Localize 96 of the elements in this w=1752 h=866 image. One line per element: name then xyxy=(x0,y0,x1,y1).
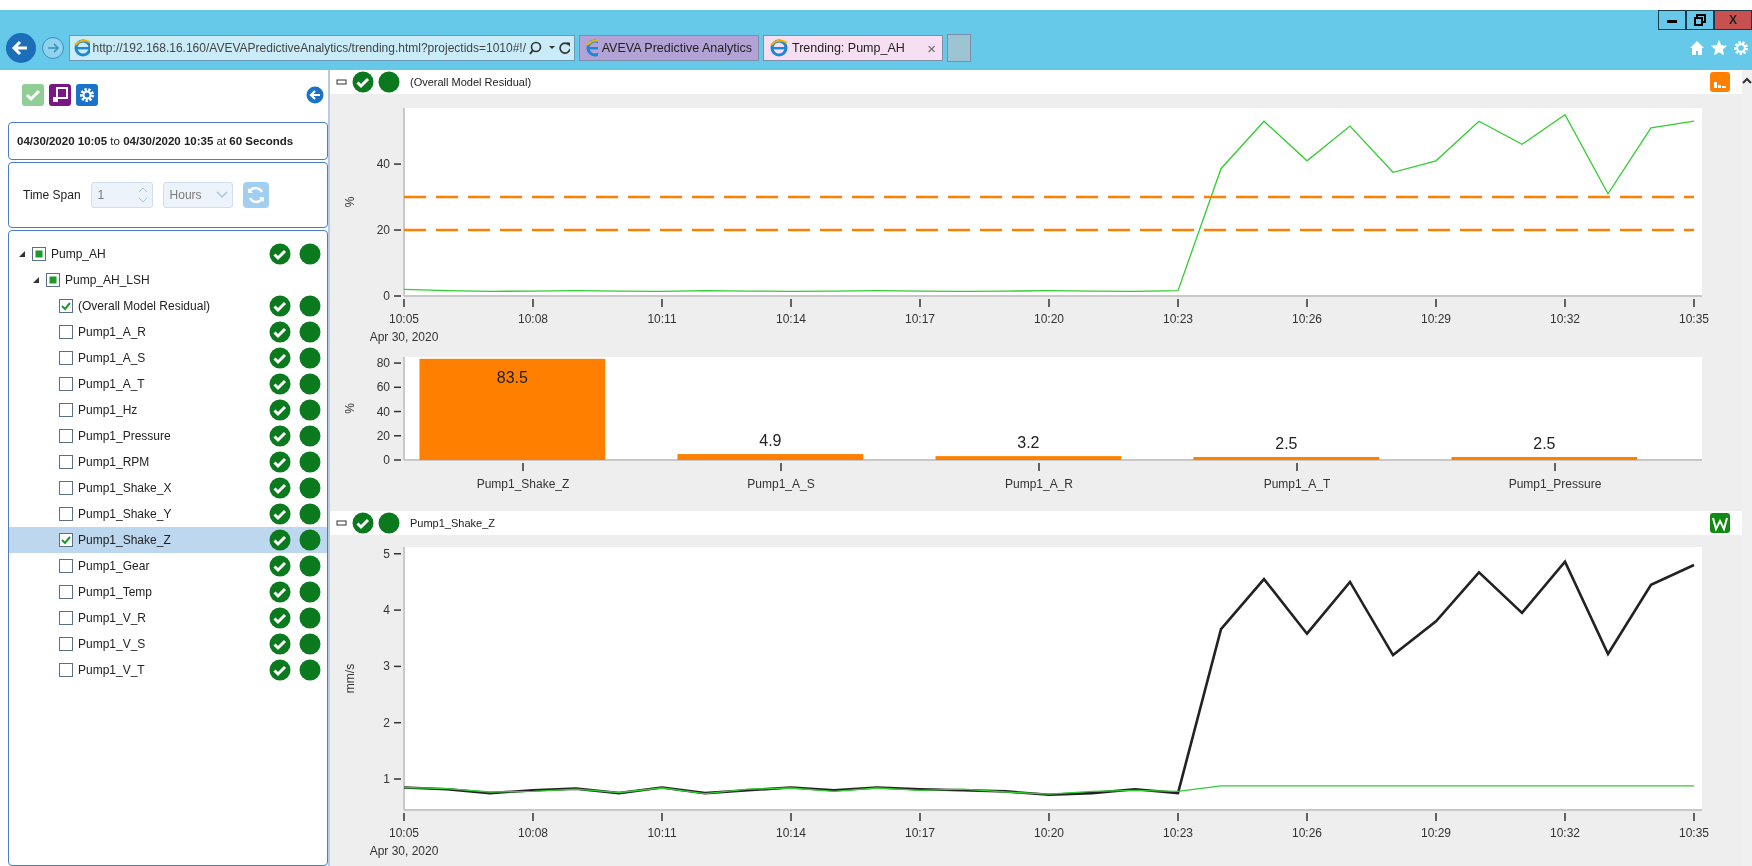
tree-item[interactable]: Pump1_A_S xyxy=(9,345,327,371)
y-axis-label: % xyxy=(343,196,357,208)
x-tick-label: Pump1_A_R xyxy=(1005,477,1073,491)
tree-label: Pump1_Shake_X xyxy=(78,481,172,495)
y-tick-label: 20 xyxy=(376,428,390,443)
tree-label: Pump1_Temp xyxy=(78,585,153,599)
x-tick-label: 10:26 xyxy=(1292,312,1322,326)
y-axis-label: mm/s xyxy=(343,663,357,694)
x-tick-label: 10:11 xyxy=(647,312,677,326)
tree-item[interactable]: Pump_AH xyxy=(9,241,327,267)
x-tick-label: Pump1_Shake_Z xyxy=(476,477,570,491)
x-tick-label: 10:08 xyxy=(518,826,548,840)
tree-item[interactable]: Pump1_V_T xyxy=(9,657,327,683)
x-tick-label: 10:05 xyxy=(389,826,419,840)
tree-label: Pump1_RPM xyxy=(78,455,150,469)
tree-label: Pump1_Hz xyxy=(78,403,138,417)
value-label: 2.5 xyxy=(1275,434,1298,452)
x-tick-label: 10:23 xyxy=(1163,312,1193,326)
y-axis-label: % xyxy=(343,403,357,414)
x-tick-label: 10:17 xyxy=(905,312,935,326)
tree-label: Pump1_Shake_Y xyxy=(78,507,172,521)
y-tick-label: 60 xyxy=(376,380,390,395)
x-tick-label: 10:32 xyxy=(1550,826,1580,840)
panel-title: Pump1_Shake_Z xyxy=(410,517,495,529)
x-tick-label: 10:23 xyxy=(1163,826,1193,840)
address-bar[interactable]: http://192.168.16.160/AVEVAPredictiveAnalytics/trending.html?projectids=1010#!/ xyxy=(69,35,575,61)
x-tick-label: 10:35 xyxy=(1679,312,1709,326)
tree-item[interactable]: (Overall Model Residual) xyxy=(9,293,327,319)
tree-item[interactable]: Pump1_Pressure xyxy=(9,423,327,449)
tree-item[interactable]: Pump1_RPM xyxy=(9,449,327,475)
tree-label: (Overall Model Residual) xyxy=(78,299,211,313)
value-label: 4.9 xyxy=(759,432,782,450)
x-tick-label: 10:29 xyxy=(1421,826,1451,840)
x-tick-label: Pump1_A_T xyxy=(1263,477,1331,491)
x-tick-label: 10:26 xyxy=(1292,826,1322,840)
panel-title: (Overall Model Residual) xyxy=(410,76,532,88)
x-tick-label: 10:17 xyxy=(905,826,935,840)
tree-label: Pump1_A_S xyxy=(78,351,146,365)
x-tick-label: 10:14 xyxy=(776,826,806,840)
tree-label: Pump_AH_LSH xyxy=(65,273,150,287)
x-tick-label: 10:05 xyxy=(389,312,419,326)
y-tick-label: 20 xyxy=(376,223,390,238)
x-tick-label: 10:29 xyxy=(1421,312,1451,326)
tab-title: Trending: Pump_AH xyxy=(792,41,905,55)
tree-label: Pump1_V_T xyxy=(78,663,145,677)
url-text: http://192.168.16.160/AVEVAPredictiveAnalytics/trending.html?projectids=1010#!/ xyxy=(92,41,527,55)
x-tick-label: 10:35 xyxy=(1679,826,1709,840)
y-tick-label: 1 xyxy=(383,772,390,787)
y-tick-label: 40 xyxy=(376,404,390,419)
tree-item[interactable]: Pump1_V_R xyxy=(9,605,327,631)
x-tick-label: 10:08 xyxy=(518,312,548,326)
tree-item[interactable]: Pump1_Hz xyxy=(9,397,327,423)
tree-label: Pump1_A_T xyxy=(78,377,145,391)
x-tick-label: 10:20 xyxy=(1034,826,1064,840)
tree-item[interactable]: Pump1_Temp xyxy=(9,579,327,605)
x-tick-label: 10:11 xyxy=(647,826,677,840)
y-tick-label: 80 xyxy=(376,356,390,371)
tree-label: Pump1_A_R xyxy=(78,325,147,339)
browser-tab[interactable]: AVEVA Predictive Analytics xyxy=(579,35,759,61)
x-tick-label: Pump1_Pressure xyxy=(1508,477,1602,491)
y-tick-label: 0 xyxy=(383,289,390,303)
x-date-label: Apr 30, 2020 xyxy=(369,330,439,344)
tree-item[interactable]: Pump1_Shake_Z xyxy=(9,527,327,553)
value-label: 83.5 xyxy=(496,368,528,386)
tree-label: Pump1_Shake_Z xyxy=(78,533,171,547)
browser-tab[interactable]: Trending: Pump_AH × xyxy=(763,35,943,61)
x-date-label: Apr 30, 2020 xyxy=(369,844,439,858)
y-tick-label: 40 xyxy=(376,157,390,172)
tree-item[interactable]: Pump1_Shake_Y xyxy=(9,501,327,527)
tab-title: AVEVA Predictive Analytics xyxy=(601,41,752,55)
y-tick-label: 2 xyxy=(383,715,390,730)
y-tick-label: 0 xyxy=(383,453,390,467)
time-span-label: Time Span xyxy=(23,188,81,202)
y-tick-label: 4 xyxy=(383,603,390,618)
tree-item[interactable]: Pump1_A_T xyxy=(9,371,327,397)
x-tick-label: Pump1_A_S xyxy=(747,477,815,491)
tree-label: Pump_AH xyxy=(51,247,106,261)
tree-label: Pump1_V_R xyxy=(78,611,147,625)
tab-close-button[interactable]: × xyxy=(927,39,936,57)
tree-item[interactable]: Pump1_A_R xyxy=(9,319,327,345)
tree-item[interactable]: Pump1_Gear xyxy=(9,553,327,579)
x-tick-label: 10:14 xyxy=(776,312,806,326)
date-range-text: 04/30/2020 10:05 to 04/30/2020 10:35 at 60 Seconds xyxy=(17,135,294,147)
tree-label: Pump1_V_S xyxy=(78,637,146,651)
tree-item[interactable]: Pump1_V_S xyxy=(9,631,327,657)
x-tick-label: 10:20 xyxy=(1034,312,1064,326)
value-label: 2.5 xyxy=(1533,434,1556,452)
x-tick-label: 10:32 xyxy=(1550,312,1580,326)
close-button[interactable]: X xyxy=(1714,10,1752,30)
y-tick-label: 3 xyxy=(383,659,390,674)
y-tick-label: 5 xyxy=(383,546,390,561)
tree-label: Pump1_Gear xyxy=(78,559,150,573)
tree-label: Pump1_Pressure xyxy=(78,429,171,443)
tree-item[interactable]: Pump_AH_LSH xyxy=(9,267,327,293)
tree-item[interactable]: Pump1_Shake_X xyxy=(9,475,327,501)
value-label: 3.2 xyxy=(1017,434,1040,452)
